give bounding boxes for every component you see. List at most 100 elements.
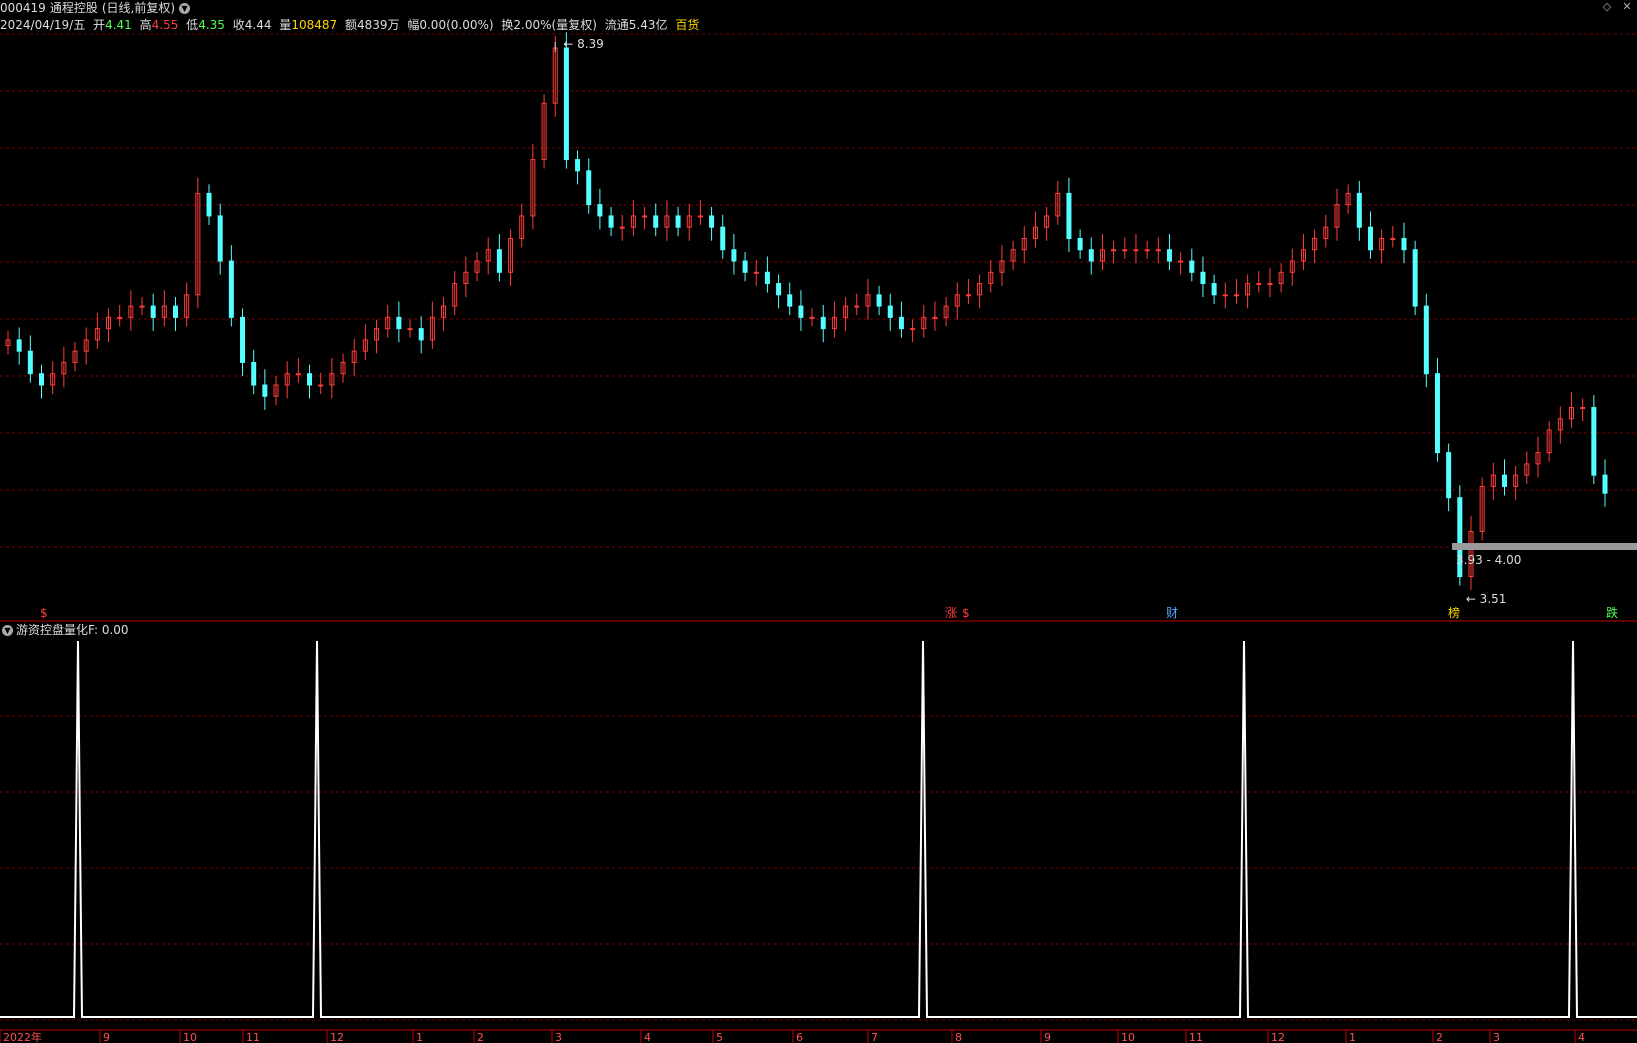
- candle-body: [653, 215, 659, 228]
- candle-body: [932, 316, 938, 319]
- candle-body: [1066, 192, 1072, 239]
- x-tick-label: 9: [1044, 1031, 1051, 1043]
- candle-body: [1111, 249, 1117, 252]
- candle-body: [887, 305, 893, 318]
- x-tick-label: 11: [1189, 1031, 1203, 1043]
- candle-body: [217, 215, 223, 262]
- candle-body: [776, 283, 782, 296]
- candle-body: [809, 316, 815, 319]
- candle-body: [820, 316, 826, 330]
- candle-body: [173, 305, 179, 318]
- indicator-line: [0, 640, 1637, 1018]
- candle-body: [1155, 249, 1161, 252]
- event-mark: 跌: [1606, 605, 1618, 620]
- candle-body: [1591, 407, 1597, 476]
- candle-body: [1122, 249, 1128, 252]
- candle-body: [1580, 407, 1586, 410]
- x-tick-label: 2022年: [3, 1030, 42, 1043]
- x-tick-label: 2: [1436, 1031, 1443, 1043]
- candle-body: [1434, 373, 1440, 454]
- candle-body: [318, 384, 324, 387]
- event-mark: $: [962, 606, 970, 620]
- candle-body: [1446, 452, 1452, 499]
- candle-body: [764, 271, 770, 285]
- x-tick-label: 5: [716, 1031, 723, 1043]
- candle-body: [16, 339, 22, 352]
- kline-chart[interactable]: ← 8.39← 3.513.93 - 4.00$ 涨 $ 财榜跌2022年 9 10 11 1…: [0, 0, 1637, 1043]
- candle-body: [731, 249, 737, 262]
- event-mark: $: [40, 606, 48, 620]
- candle-body: [1412, 249, 1418, 307]
- candle-body: [563, 47, 569, 161]
- candle-body: [418, 328, 424, 341]
- event-mark: 涨: [945, 605, 957, 620]
- x-tick-label: 9: [103, 1031, 110, 1043]
- candle-body: [1602, 474, 1608, 494]
- peak-label: ← 8.39: [563, 37, 604, 51]
- candle-body: [396, 316, 402, 330]
- candle-body: [575, 159, 581, 172]
- x-tick-label: 11: [246, 1031, 260, 1043]
- x-tick-label: 1: [1349, 1031, 1356, 1043]
- candle-body: [854, 305, 860, 308]
- candle-body: [1211, 283, 1217, 296]
- candle-body: [1222, 294, 1228, 297]
- x-tick-label: 1: [416, 1031, 423, 1043]
- candle-body: [295, 373, 301, 376]
- candle-body: [262, 384, 268, 397]
- event-mark: 财: [1166, 606, 1178, 620]
- event-mark: 榜: [1448, 605, 1460, 620]
- bottom-label: ← 3.51: [1466, 592, 1507, 606]
- candle-body: [619, 226, 625, 229]
- x-tick-label: 4: [1578, 1031, 1585, 1043]
- candle-body: [709, 215, 715, 228]
- candle-body: [139, 305, 145, 308]
- range-label: 3.93 - 4.00: [1456, 553, 1521, 567]
- candle-body: [1356, 192, 1362, 228]
- candle-body: [251, 361, 257, 386]
- candle-body: [1133, 249, 1139, 252]
- candle-body: [798, 305, 804, 318]
- candle-body: [407, 328, 413, 331]
- candle-body: [675, 215, 681, 228]
- candle-body: [642, 215, 648, 218]
- candle-body: [1088, 249, 1094, 262]
- candle-body: [1144, 249, 1150, 252]
- candle-body: [1501, 474, 1507, 487]
- candle-body: [1256, 283, 1262, 286]
- candle-body: [307, 373, 313, 386]
- candle-body: [608, 215, 614, 228]
- x-tick-label: 3: [1493, 1031, 1500, 1043]
- x-tick-label: 8: [955, 1031, 962, 1043]
- candle-body: [1401, 237, 1407, 251]
- candle-body: [39, 373, 45, 386]
- x-tick-label: 4: [644, 1031, 651, 1043]
- x-tick-label: 3: [555, 1031, 562, 1043]
- candle-body: [240, 316, 246, 363]
- candle-body: [1178, 260, 1184, 263]
- candle-body: [1233, 294, 1239, 297]
- candle-body: [965, 294, 971, 297]
- candle-body: [228, 260, 234, 318]
- candle-body: [597, 204, 603, 217]
- candle-body: [206, 192, 212, 217]
- candle-body: [1267, 283, 1273, 286]
- candle-body: [787, 294, 793, 307]
- candle-body: [910, 328, 916, 331]
- x-tick-label: 7: [871, 1031, 878, 1043]
- candle-body: [720, 226, 726, 251]
- range-bar: [1452, 543, 1637, 550]
- candle-body: [876, 294, 882, 307]
- x-tick-label: 2: [477, 1031, 484, 1043]
- x-tick-label: 10: [1121, 1031, 1135, 1043]
- candle-body: [586, 170, 592, 206]
- candle-body: [1390, 237, 1396, 240]
- candle-body: [753, 271, 759, 274]
- candle-body: [1166, 249, 1172, 262]
- candle-body: [1423, 305, 1429, 375]
- candle-body: [150, 305, 156, 318]
- candle-body: [697, 215, 703, 218]
- x-tick-label: 10: [183, 1031, 197, 1043]
- candle-body: [496, 249, 502, 273]
- candle-body: [27, 350, 33, 375]
